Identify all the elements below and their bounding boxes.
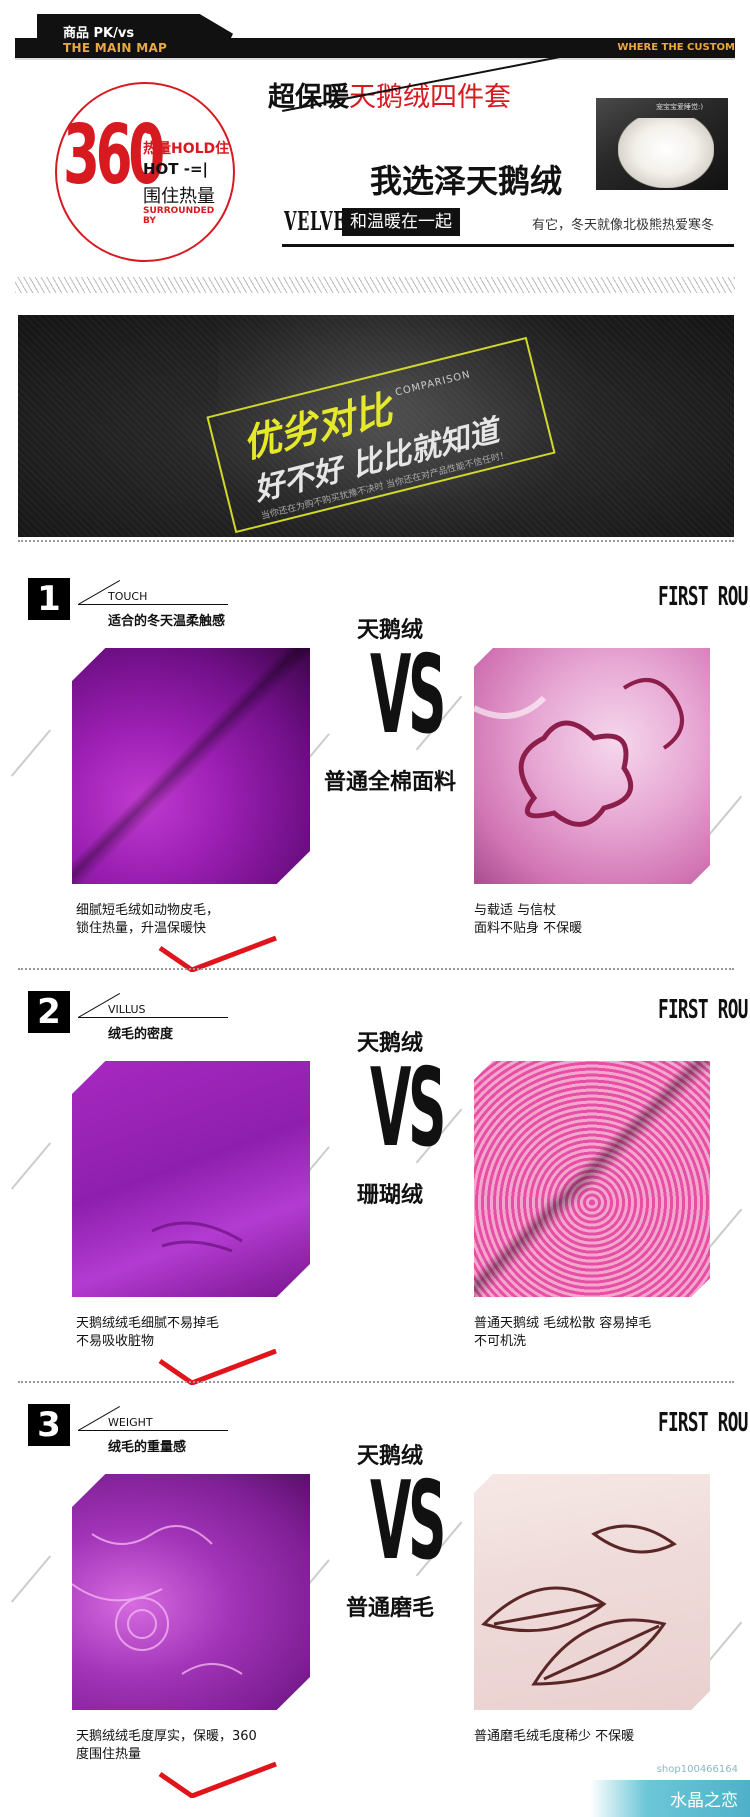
round-label: FIRST ROU: [658, 995, 748, 1025]
right-caption: 普通磨毛绒毛度稀少 不保暖: [474, 1728, 634, 1746]
photo-tag: 宠宝宝爱睡觉:): [656, 103, 704, 111]
left-caption: 天鹅绒绒毛度厚实，保暖，360 度围住热量: [76, 1728, 257, 1764]
fabric-fold: [474, 1061, 710, 1297]
coral-fleece-photo: [474, 1061, 710, 1297]
header-bar: 商品 PK/vs THE MAIN MAP WHERE THE CUSTOM: [15, 14, 735, 58]
header-right-tag: WHERE THE CUSTOM: [617, 42, 735, 53]
number-line: [78, 604, 228, 605]
warm-label: 和温暖在一起: [342, 208, 460, 236]
header-underline: [15, 58, 735, 60]
left-caption-line: 天鹅绒绒毛度厚实，保暖，360: [76, 1729, 257, 1744]
vs-label: VS: [370, 633, 447, 758]
section-number: 2: [28, 991, 70, 1033]
section-number: 3: [28, 1404, 70, 1446]
velvet-photo: [72, 1061, 310, 1297]
section-keyword: VILLUS: [108, 1003, 146, 1016]
heat-badge: 360 热量HOLD住 HOT -=| 围住热量 SURROUNDED BY: [55, 82, 235, 262]
dotted-divider: [18, 968, 734, 970]
right-caption: 普通天鹅绒 毛绒松散 容易掉毛 不可机洗: [474, 1315, 651, 1351]
left-caption-line: 细腻短毛绒如动物皮毛，: [76, 903, 220, 918]
warm-text: 有它，冬天就像北极熊热爱寒冬: [532, 218, 715, 233]
slogan: 我选泽天鹅绒: [370, 162, 563, 200]
section-weight: 3 WEIGHT 绒毛的重量感 FIRST ROU 天鹅绒 VS 普通磨毛 天鹅…: [0, 1404, 750, 1798]
comparison-banner: 优劣对比 COMPARISON 好不好 比比就知道 当你还在为购不购买犹豫不决时…: [18, 315, 734, 537]
right-caption-line: 普通天鹅绒 毛绒松散 容易掉毛: [474, 1316, 652, 1331]
checkmark-icon: [158, 936, 277, 972]
product-page: 商品 PK/vs THE MAIN MAP WHERE THE CUSTOM 3…: [0, 0, 750, 1817]
header-nav-cn: 商品 PK/vs: [63, 26, 135, 41]
puppy-photo: 宠宝宝爱睡觉:): [596, 98, 728, 190]
right-caption-line: 普通磨毛绒毛度稀少 不保暖: [474, 1729, 635, 1744]
section-subtitle: 适合的冬天温柔触感: [108, 614, 226, 629]
title-prefix: 超保暖: [268, 82, 349, 113]
flower-motif: [474, 678, 684, 827]
degree-icon: [144, 124, 154, 134]
vs-label: VS: [370, 1046, 447, 1171]
section-keyword: WEIGHT: [108, 1416, 153, 1429]
left-caption: 细腻短毛绒如动物皮毛， 锁住热量，升温保暖快: [76, 902, 219, 938]
number-line: [78, 1017, 228, 1018]
leaf-motif: [481, 1524, 677, 1686]
velvet-photo: [72, 1474, 310, 1710]
checkmark-icon: [158, 1349, 277, 1385]
header-nav-en: THE MAIN MAP: [63, 41, 168, 55]
round-label: FIRST ROU: [658, 582, 748, 612]
left-caption-line: 天鹅绒绒毛细腻不易掉毛: [76, 1316, 220, 1331]
vs-bottom-label: 普通磨毛: [345, 1596, 434, 1621]
badge-wrap: 围住热量: [143, 186, 215, 207]
right-caption-line: 与载适 与信杖: [474, 903, 557, 918]
badge-hold: 热量HOLD住: [143, 141, 230, 157]
hatch-divider: [15, 277, 735, 293]
section-subtitle: 绒毛的密度: [108, 1027, 174, 1042]
right-caption-line: 不可机洗: [474, 1334, 527, 1349]
fabric-fold: [72, 648, 310, 884]
title-rule: [282, 244, 734, 247]
checkmark-icon: [158, 1762, 277, 1798]
deco-line: [10, 729, 52, 777]
cotton-photo: [474, 648, 710, 884]
page-title: 超保暖天鹅绒四件套: [268, 75, 511, 114]
section-villus: 2 VILLUS 绒毛的密度 FIRST ROU 天鹅绒 VS 珊瑚绒 天鹅绒绒…: [0, 991, 750, 1385]
section-number: 1: [28, 578, 70, 620]
velvet-photo: [72, 648, 310, 884]
brushed-fabric-photo: [474, 1474, 710, 1710]
watermark-name: 水晶之恋: [670, 1791, 738, 1811]
right-caption: 与载适 与信杖 面料不贴身 不保暖: [474, 902, 582, 938]
embroidery-motif: [72, 1525, 243, 1675]
vs-label: VS: [370, 1459, 447, 1584]
shop-watermark: shop100466164 水晶之恋: [590, 1764, 750, 1817]
vs-bottom-label: 普通全棉面料: [323, 770, 456, 795]
dotted-divider: [18, 1381, 734, 1383]
badge-hot: HOT -=|: [143, 160, 209, 178]
puppy-shape: [618, 118, 714, 188]
left-caption: 天鹅绒绒毛细腻不易掉毛 不易吸收脏物: [76, 1315, 219, 1351]
fabric-seam: [151, 1221, 243, 1253]
right-caption-line: 面料不贴身 不保暖: [474, 921, 583, 936]
watermark-shop: shop100466164: [656, 1764, 738, 1775]
deco-line: [10, 1555, 52, 1603]
section-subtitle: 绒毛的重量感: [108, 1440, 187, 1455]
deco-line: [10, 1142, 52, 1190]
badge-surround: SURROUNDED BY: [143, 206, 215, 226]
number-line: [78, 1430, 228, 1431]
dotted-divider: [18, 540, 734, 542]
vs-bottom-label: 珊瑚绒: [356, 1183, 423, 1208]
section-keyword: TOUCH: [108, 590, 148, 603]
round-label: FIRST ROU: [658, 1408, 748, 1438]
section-touch: 1 TOUCH 适合的冬天温柔触感 FIRST ROU 天鹅绒 VS 普通全棉面…: [0, 578, 750, 972]
title-product: 天鹅绒四件套: [349, 82, 511, 113]
